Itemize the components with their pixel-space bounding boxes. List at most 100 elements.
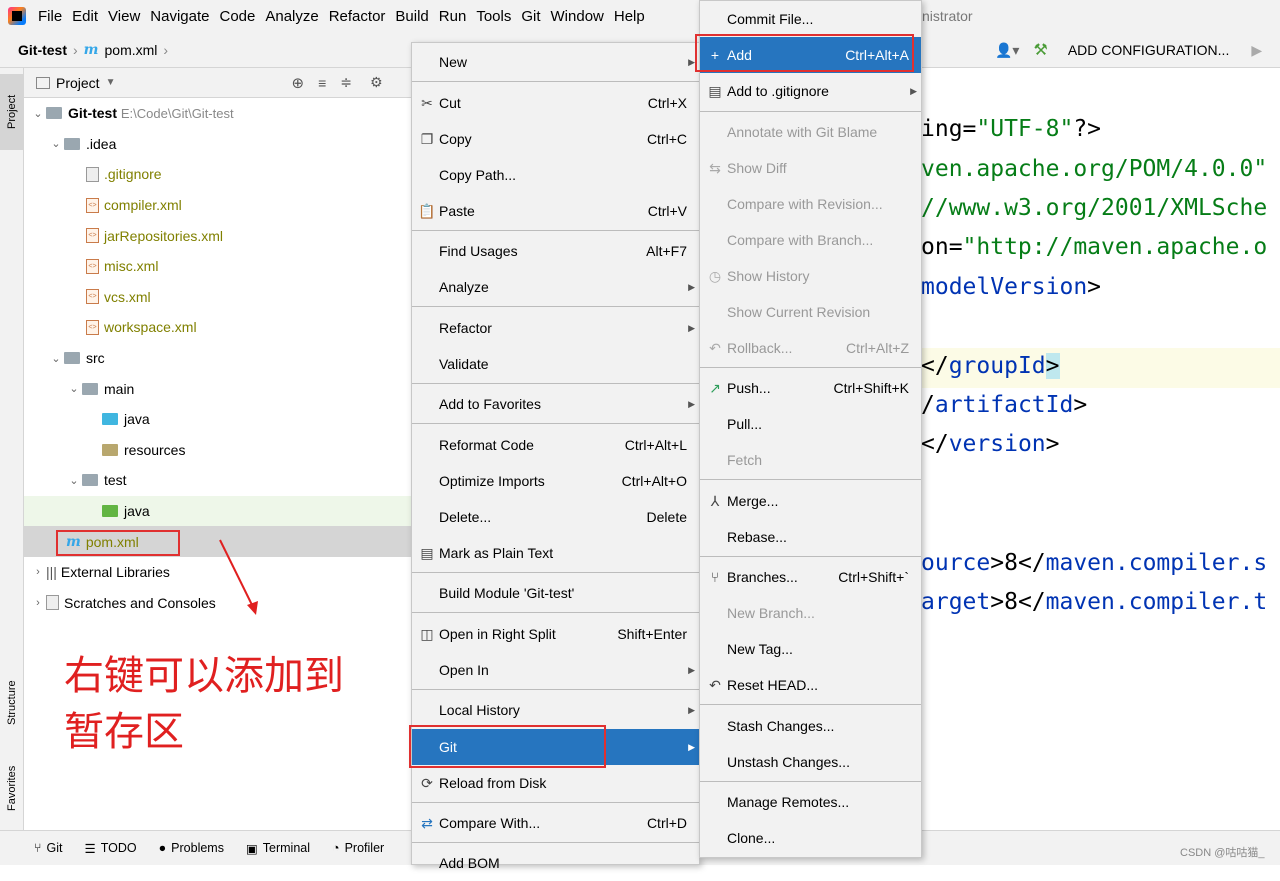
menu-item-compare-with[interactable]: ⇄Compare With...Ctrl+D xyxy=(412,805,699,841)
status-problems[interactable]: ●Problems xyxy=(159,841,224,855)
menu-item-show-history[interactable]: ◷Show History xyxy=(700,258,921,294)
menu-window[interactable]: Window xyxy=(551,8,604,25)
menu-item-reload-from-disk[interactable]: ⟳Reload from Disk xyxy=(412,765,699,801)
add-configuration-button[interactable]: ADD CONFIGURATION... xyxy=(1068,42,1230,58)
tab-structure[interactable]: Structure xyxy=(0,658,24,748)
menu-item-mark-plain-text[interactable]: ▤Mark as Plain Text xyxy=(412,535,699,571)
menu-view[interactable]: View xyxy=(108,8,140,25)
menu-item-rebase[interactable]: Rebase... xyxy=(700,519,921,555)
run-icon[interactable]: ▶ xyxy=(1251,42,1262,59)
menu-item-merge[interactable]: ⅄Merge... xyxy=(700,483,921,519)
menu-item-manage-remotes[interactable]: Manage Remotes... xyxy=(700,784,921,820)
project-panel-title[interactable]: Project xyxy=(56,75,100,91)
menu-item-copy-path[interactable]: Copy Path... xyxy=(412,157,699,193)
status-git[interactable]: ⑂Git xyxy=(34,841,63,855)
collapse-all-icon[interactable]: ≡ xyxy=(318,75,326,91)
tree-item-misc[interactable]: <>misc.xml xyxy=(24,251,414,282)
menu-item-delete[interactable]: Delete...Delete xyxy=(412,499,699,535)
menu-item-add-to-favorites[interactable]: Add to Favorites▶ xyxy=(412,386,699,422)
menu-file[interactable]: File xyxy=(38,8,62,25)
menu-item-fetch[interactable]: Fetch xyxy=(700,442,921,478)
menu-item-branches[interactable]: ⑂Branches...Ctrl+Shift+` xyxy=(700,559,921,595)
menu-item-compare-revision[interactable]: Compare with Revision... xyxy=(700,186,921,222)
menu-item-rollback[interactable]: ↶Rollback...Ctrl+Alt+Z xyxy=(700,330,921,366)
tree-item-root[interactable]: ⌄Git-test E:\Code\Git\Git-test xyxy=(24,98,414,129)
chevron-down-icon[interactable]: ▼ xyxy=(106,77,116,88)
menu-navigate[interactable]: Navigate xyxy=(150,8,209,25)
gear-icon[interactable]: ⚙ xyxy=(370,74,383,91)
menu-item-validate[interactable]: Validate xyxy=(412,346,699,382)
breadcrumb-file[interactable]: pom.xml xyxy=(105,42,158,58)
tab-favorites[interactable]: Favorites xyxy=(0,748,24,828)
menu-code[interactable]: Code xyxy=(219,8,255,25)
tree-item-test-java[interactable]: java xyxy=(24,496,414,527)
chevron-down-icon[interactable]: ⌄ xyxy=(30,107,46,120)
menu-item-clone[interactable]: Clone... xyxy=(700,820,921,856)
expand-icon[interactable]: ≑ xyxy=(340,74,352,91)
menu-help[interactable]: Help xyxy=(614,8,645,25)
menu-item-show-current-revision[interactable]: Show Current Revision xyxy=(700,294,921,330)
menu-item-find-usages[interactable]: Find UsagesAlt+F7 xyxy=(412,233,699,269)
menu-item-optimize-imports[interactable]: Optimize ImportsCtrl+Alt+O xyxy=(412,463,699,499)
chevron-down-icon[interactable]: ⌄ xyxy=(66,382,82,395)
tree-item-main-java[interactable]: java xyxy=(24,404,414,435)
menu-item-pull[interactable]: Pull... xyxy=(700,406,921,442)
chevron-down-icon[interactable]: ⌄ xyxy=(48,352,64,365)
menu-item-push[interactable]: ↗Push...Ctrl+Shift+K xyxy=(700,370,921,406)
menu-item-open-in[interactable]: Open In▶ xyxy=(412,652,699,688)
tree-item-main[interactable]: ⌄main xyxy=(24,373,414,404)
menu-item-cut[interactable]: ✂CutCtrl+X xyxy=(412,85,699,121)
tree-item-idea[interactable]: ⌄.idea xyxy=(24,129,414,160)
menu-item-new-tag[interactable]: New Tag... xyxy=(700,631,921,667)
chevron-down-icon[interactable]: ⌄ xyxy=(66,474,82,487)
menu-item-add-bom[interactable]: Add BOM xyxy=(412,845,699,881)
tree-item-test[interactable]: ⌄test xyxy=(24,465,414,496)
tree-item-jarrepositories[interactable]: <>jarRepositories.xml xyxy=(24,220,414,251)
menu-item-add-to-gitignore[interactable]: ▤Add to .gitignore▶ xyxy=(700,73,921,109)
menu-item-reset-head[interactable]: ↶Reset HEAD... xyxy=(700,667,921,703)
status-todo[interactable]: ☰TODO xyxy=(85,841,137,856)
menu-analyze[interactable]: Analyze xyxy=(265,8,318,25)
hammer-build-icon[interactable]: ⚒ xyxy=(1033,40,1047,60)
menu-item-paste[interactable]: 📋PasteCtrl+V xyxy=(412,193,699,229)
menu-item-unstash[interactable]: Unstash Changes... xyxy=(700,744,921,780)
tree-item-workspace[interactable]: <>workspace.xml xyxy=(24,312,414,343)
breadcrumb-project[interactable]: Git-test xyxy=(18,42,67,58)
menu-item-stash[interactable]: Stash Changes... xyxy=(700,708,921,744)
code-editor[interactable]: ing="UTF-8"?> ven.apache.org/POM/4.0.0" … xyxy=(921,68,1280,830)
menu-item-compare-branch[interactable]: Compare with Branch... xyxy=(700,222,921,258)
menu-item-build-module[interactable]: Build Module 'Git-test' xyxy=(412,575,699,611)
tree-item-compiler[interactable]: <>compiler.xml xyxy=(24,190,414,221)
menu-item-annotate[interactable]: Annotate with Git Blame xyxy=(700,114,921,150)
xml-file-icon: <> xyxy=(86,228,99,243)
menu-item-reformat-code[interactable]: Reformat CodeCtrl+Alt+L xyxy=(412,427,699,463)
tree-item-gitignore[interactable]: .gitignore xyxy=(24,159,414,190)
menu-item-show-diff[interactable]: ⇆Show Diff xyxy=(700,150,921,186)
chevron-down-icon[interactable]: ⌄ xyxy=(48,137,64,150)
menu-run[interactable]: Run xyxy=(439,8,467,25)
menu-item-refactor[interactable]: Refactor▶ xyxy=(412,310,699,346)
locate-icon[interactable]: ⊕ xyxy=(291,74,304,92)
tree-item-resources[interactable]: resources xyxy=(24,435,414,466)
chevron-right-icon[interactable]: › xyxy=(30,597,46,609)
menu-tools[interactable]: Tools xyxy=(476,8,511,25)
menu-item-copy[interactable]: ❐CopyCtrl+C xyxy=(412,121,699,157)
tree-item-src[interactable]: ⌄src xyxy=(24,343,414,374)
menu-item-commit-file[interactable]: Commit File... xyxy=(700,1,921,37)
menu-item-open-right-split[interactable]: ◫Open in Right SplitShift+Enter xyxy=(412,616,699,652)
menu-build[interactable]: Build xyxy=(395,8,428,25)
menu-item-analyze[interactable]: Analyze▶ xyxy=(412,269,699,305)
menu-item-new[interactable]: New▶ xyxy=(412,44,699,80)
menu-refactor[interactable]: Refactor xyxy=(329,8,386,25)
menu-git[interactable]: Git xyxy=(521,8,540,25)
tree-item-vcs[interactable]: <>vcs.xml xyxy=(24,282,414,313)
tab-project[interactable]: Project xyxy=(0,74,24,150)
menu-item-label: Delete... xyxy=(439,509,491,525)
status-profiler[interactable]: ◔Profiler xyxy=(332,841,384,855)
chevron-right-icon[interactable]: › xyxy=(30,566,46,578)
menu-item-new-branch[interactable]: New Branch... xyxy=(700,595,921,631)
user-icon[interactable]: 👤▾ xyxy=(995,42,1019,59)
menu-edit[interactable]: Edit xyxy=(72,8,98,25)
menu-item-local-history[interactable]: Local History▶ xyxy=(412,692,699,728)
status-terminal[interactable]: ▣Terminal xyxy=(246,841,310,856)
